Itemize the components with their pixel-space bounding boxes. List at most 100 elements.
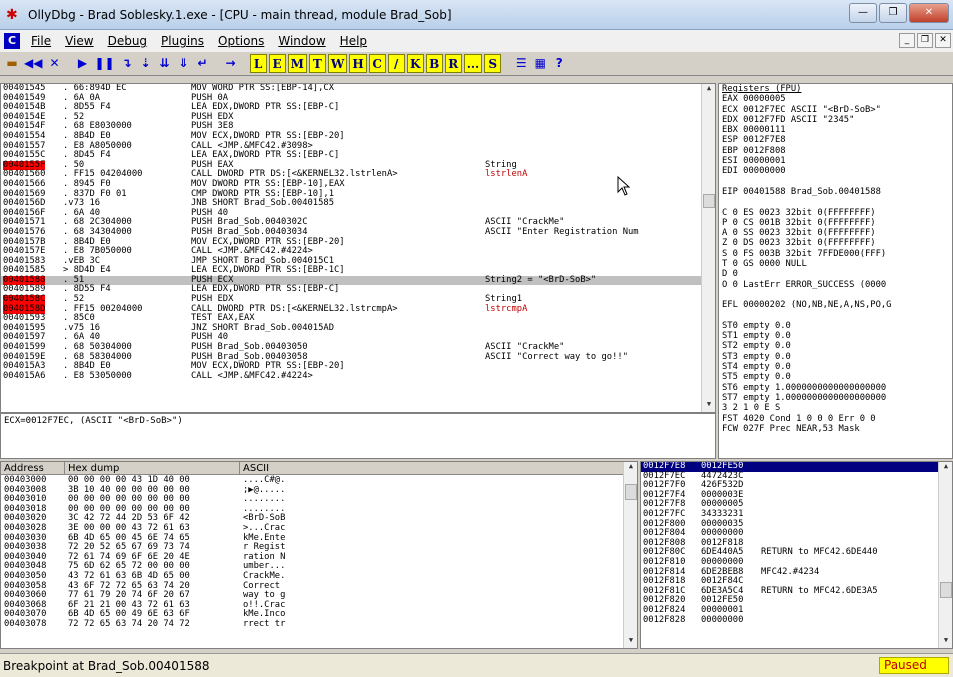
patches-button[interactable]: / — [387, 54, 405, 73]
stack-row[interactable]: 0012F7F0 426F532D — [641, 481, 939, 491]
scroll-up-icon[interactable]: ▲ — [939, 462, 952, 474]
register-line[interactable] — [722, 177, 952, 187]
memory-map-button[interactable]: M — [287, 54, 307, 73]
register-line[interactable]: ST1 empty 0.0 — [722, 331, 952, 341]
scroll-up-icon[interactable]: ▲ — [624, 462, 637, 474]
disassembly-pane[interactable]: 00401545. 66:894D EC MOV WORD PTR SS:[EBP… — [0, 83, 716, 413]
scrollbar-thumb[interactable] — [703, 194, 715, 208]
execute-till-return-icon[interactable]: ↵ — [194, 54, 212, 73]
register-line[interactable]: O 0 LastErr ERROR_SUCCESS (0000 — [722, 280, 952, 290]
disassembly-scrollbar[interactable]: ▲ ▼ — [701, 84, 715, 412]
trace-into-icon[interactable]: ⇊ — [156, 54, 174, 73]
stack-row[interactable]: 0012F804 00000000 — [641, 529, 939, 539]
hex-dump-pane[interactable]: Address Hex dump ASCII 00403000 00 00 00 … — [0, 461, 638, 649]
menu-plugins[interactable]: Plugins — [154, 34, 211, 48]
dump-hex-header[interactable]: Hex dump — [65, 462, 240, 475]
register-line[interactable]: ESP 0012F7E8 — [722, 135, 952, 145]
stack-pane[interactable]: 0012F7E8 0012FE50 0012F7EC 4472423C 0012F7F0… — [640, 461, 953, 649]
disasm-row[interactable]: 0040158D. FF15 00204000 CALL DWORD PTR DS… — [1, 304, 715, 315]
disasm-row[interactable]: 0040154B. 8D55 F4 LEA EDX,DWORD PTR SS:[E… — [1, 103, 715, 113]
breakpoints-button[interactable]: B — [425, 54, 443, 73]
register-line[interactable]: ECX 0012F7EC ASCII "<BrD-SoB>" — [722, 105, 952, 115]
stack-row[interactable]: 0012F820 0012FE50 — [641, 596, 939, 606]
register-line[interactable]: EFL 00000202 (NO,NB,NE,A,NS,PO,G — [722, 300, 952, 310]
menu-help[interactable]: Help — [333, 34, 374, 48]
disasm-row[interactable]: 004015A6 . E8 53050000 CALL <JMP.&MFC42.#4… — [1, 371, 715, 382]
run-trace-button[interactable]: ... — [463, 54, 483, 73]
disasm-row[interactable]: 00401593. 85C0 TEST EAX,EAX — [1, 314, 715, 324]
scroll-up-icon[interactable]: ▲ — [702, 84, 715, 96]
stack-row[interactable]: 0012F7F4 0000003E — [641, 490, 939, 501]
register-line[interactable]: EBP 0012F808 — [722, 146, 952, 156]
close-program-icon[interactable]: ✕ — [45, 54, 63, 73]
disasm-row[interactable]: 00401545. 66:894D EC MOV WORD PTR SS:[EBP… — [1, 84, 715, 94]
windows-button[interactable]: W — [327, 54, 348, 73]
cpu-window-icon[interactable]: C — [4, 33, 20, 49]
register-line[interactable]: 3 2 1 0 E S — [722, 403, 952, 413]
register-line[interactable] — [722, 197, 952, 207]
register-line[interactable]: Z 0 DS 0023 32bit 0(FFFFFFFF) — [722, 238, 952, 248]
scrollbar-thumb[interactable] — [940, 582, 952, 598]
goto-icon[interactable]: → — [222, 54, 240, 73]
menu-view[interactable]: View — [58, 34, 100, 48]
step-over-icon[interactable]: ⇣ — [137, 54, 155, 73]
dump-scrollbar[interactable]: ▲ ▼ — [623, 462, 637, 648]
mdi-minimize-button[interactable]: _ — [899, 33, 915, 48]
stack-scrollbar[interactable]: ▲ ▼ — [938, 462, 952, 648]
register-line[interactable]: EAX 00000005 — [722, 94, 952, 104]
register-line[interactable]: EDX 0012F7FD ASCII "2345" — [722, 115, 952, 125]
register-line[interactable]: EIP 00401588 Brad_Sob.00401588 — [722, 187, 952, 197]
handles-button[interactable]: H — [349, 54, 367, 73]
stack-row[interactable]: 0012F7EC 4472423C — [641, 471, 939, 482]
register-line[interactable]: FST 4020 Cond 1 0 0 0 Err 0 0 — [722, 414, 952, 424]
scrollbar-thumb[interactable] — [625, 484, 637, 500]
log-window-button[interactable]: L — [249, 54, 267, 73]
stack-row[interactable]: 0012F828 00000000 — [641, 615, 939, 626]
threads-button[interactable]: T — [308, 54, 326, 73]
disasm-row[interactable]: 0040155C. 8D45 F4 LEA EAX,DWORD PTR SS:[E… — [1, 151, 715, 161]
disasm-row[interactable]: 00401585 > 8D4D E4 LEA ECX,DWORD PTR SS:[E… — [1, 266, 715, 276]
stack-row[interactable]: 0012F800 00000035 — [641, 519, 939, 530]
open-folder-icon[interactable]: ▬ — [3, 54, 21, 73]
list-view-icon[interactable]: ☰ — [512, 54, 530, 73]
register-line[interactable]: T 0 GS 0000 NULL — [722, 259, 952, 269]
stack-row[interactable]: 0012F7FC 34333231 — [641, 509, 939, 520]
register-line[interactable]: ST5 empty 0.0 — [722, 372, 952, 382]
register-line[interactable]: ST2 empty 0.0 — [722, 341, 952, 351]
register-line[interactable]: EBX 00000111 — [722, 125, 952, 135]
menu-file[interactable]: File — [24, 34, 58, 48]
register-line[interactable]: ST3 empty 0.0 — [722, 352, 952, 362]
register-line[interactable] — [722, 311, 952, 321]
stack-row[interactable]: 0012F7F8 00000005 — [641, 500, 939, 510]
source-button[interactable]: S — [484, 54, 502, 73]
dump-row[interactable]: 00403078 72 72 65 63 74 20 74 72 rrect tr — [1, 619, 621, 630]
references-button[interactable]: R — [444, 54, 462, 73]
register-line[interactable]: EDI 00000000 — [722, 166, 952, 176]
stack-row[interactable]: 0012F80C 6DE440A5 RETURN to MFC42.6DE440 — [641, 548, 939, 558]
register-line[interactable]: P 0 CS 001B 32bit 0(FFFFFFFF) — [722, 218, 952, 228]
register-line[interactable]: ESI 00000001 — [722, 156, 952, 166]
rewind-icon[interactable]: ◀◀ — [22, 54, 44, 73]
run-icon[interactable]: ▶ — [73, 54, 91, 73]
scroll-down-icon[interactable]: ▼ — [702, 400, 715, 412]
register-line[interactable]: ST6 empty 1.0000000000000000000 — [722, 383, 952, 393]
stack-row[interactable]: 0012F81C 6DE3A5C4 RETURN to MFC42.6DE3A5 — [641, 586, 939, 597]
minimize-button[interactable]: — — [849, 3, 877, 23]
close-button[interactable]: ✕ — [909, 3, 949, 23]
maximize-button[interactable]: ❐ — [879, 3, 907, 23]
trace-over-icon[interactable]: ⇓ — [175, 54, 193, 73]
disasm-row[interactable]: 0040156D .v73 16 JNB SHORT Brad_Sob.004015… — [1, 199, 715, 209]
disasm-row[interactable]: 00401595 .v75 16 JNZ SHORT Brad_Sob.004015… — [1, 323, 715, 334]
registers-pane[interactable]: Registers (FPU) EAX 00000005 ECX 0012F7EC… — [718, 83, 953, 459]
stack-row[interactable]: 0012F814 6DE2BEB8 MFC42.#4234 — [641, 567, 939, 578]
register-line[interactable]: ST7 empty 1.0000000000000000000 — [722, 393, 952, 403]
mdi-close-button[interactable]: ✕ — [935, 33, 951, 48]
register-line[interactable]: A 0 SS 0023 32bit 0(FFFFFFFF) — [722, 228, 952, 238]
disasm-row[interactable]: 0040157E. E8 7B050000 CALL <JMP.&MFC42.#4… — [1, 246, 715, 257]
register-line[interactable]: D 0 — [722, 269, 952, 279]
step-into-icon[interactable]: ↴ — [118, 54, 136, 73]
menu-options[interactable]: Options — [211, 34, 271, 48]
stack-row[interactable]: 0012F824 00000001 — [641, 605, 939, 616]
mdi-restore-button[interactable]: ❐ — [917, 33, 933, 48]
call-stack-button[interactable]: K — [406, 54, 424, 73]
